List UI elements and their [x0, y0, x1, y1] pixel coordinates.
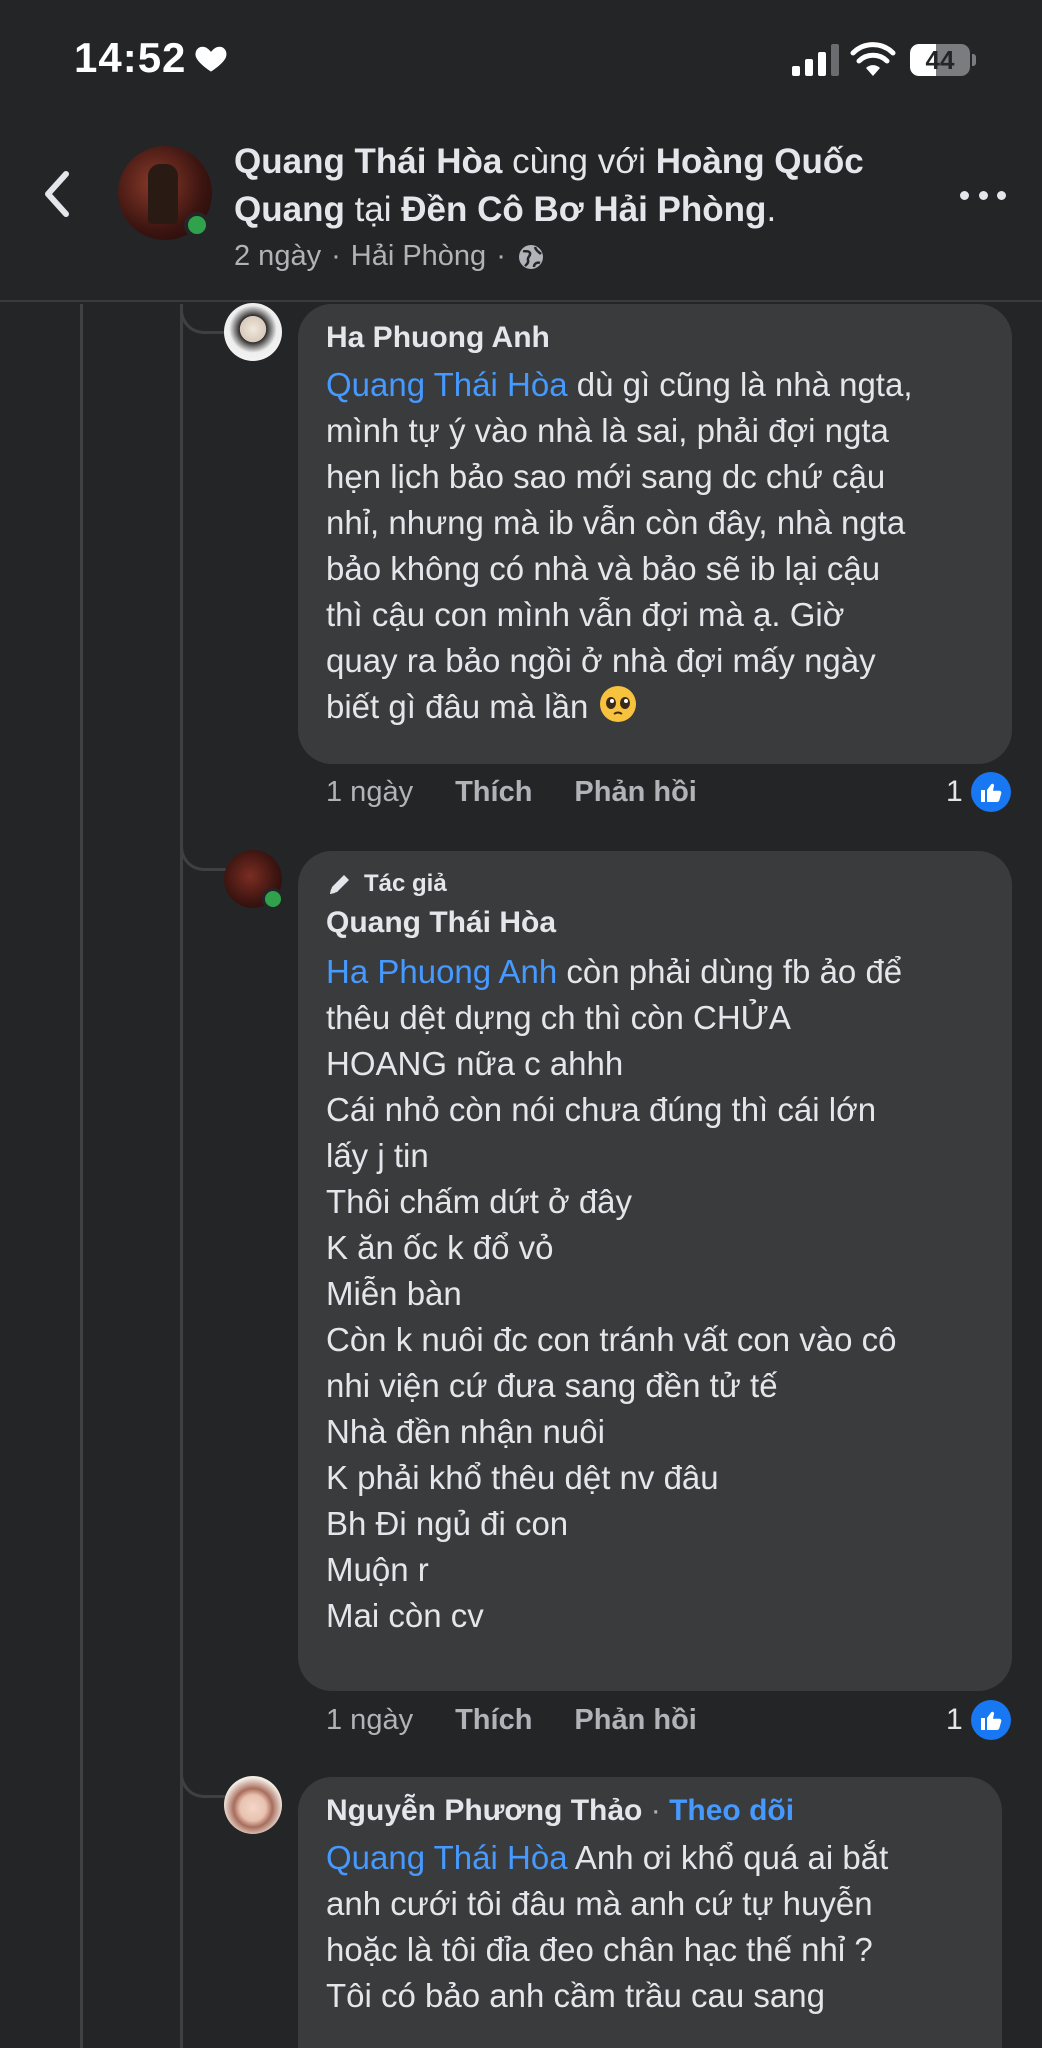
thumbs-up-icon: [970, 1700, 1011, 1740]
post-time[interactable]: 2 ngày: [234, 240, 321, 273]
comment-body: dù gì cũng là nhà ngta, mình tự ý vào nh…: [326, 366, 913, 725]
meta-separator-2: ·: [496, 240, 506, 272]
post-header: Quang Thái Hòa cùng với Hoàng Quốc Quang…: [0, 120, 1042, 302]
globe-icon: [518, 244, 543, 269]
reply-button[interactable]: Phản hồi: [574, 776, 696, 809]
comment-bubble: Nguyễn Phương Thảo · Theo dõi Quang Thái…: [298, 1777, 1002, 2048]
more-dot-icon: [978, 190, 988, 200]
wifi-icon: [850, 42, 896, 76]
author-badge-label: Tác giả: [364, 870, 447, 897]
reply-button[interactable]: Phản hồi: [574, 1704, 696, 1737]
post-title: Quang Thái Hòa cùng với Hoàng Quốc Quang…: [234, 138, 934, 234]
thumbs-up-icon: [970, 772, 1011, 812]
comment-text: Ha Phuong Anh còn phải dùng fb ảo để thê…: [326, 949, 984, 1639]
reaction-summary[interactable]: 1: [946, 1700, 1011, 1740]
more-dot-icon: [997, 190, 1006, 200]
signal-icon: [792, 44, 839, 76]
comment-author[interactable]: Ha Phuong Anh: [326, 320, 984, 356]
battery-icon: 44: [910, 44, 976, 76]
like-button[interactable]: Thích: [455, 776, 532, 809]
like-button[interactable]: Thích: [455, 1704, 532, 1737]
author-name[interactable]: Quang Thái Hòa: [234, 142, 502, 181]
comment-bubble: Tác giả Quang Thái Hòa Ha Phuong Anh còn…: [298, 851, 1012, 1691]
thread-elbow: [180, 825, 226, 871]
mention-link[interactable]: Ha Phuong Anh: [326, 953, 557, 990]
thread-elbow: [180, 304, 226, 334]
commenter-avatar[interactable]: [224, 1776, 282, 1834]
reaction-summary[interactable]: 1: [946, 772, 1011, 812]
comment-actions: 1 ngày Thích Phản hồi: [326, 776, 739, 809]
comment-author[interactable]: Nguyễn Phương Thảo: [326, 1794, 642, 1827]
comment-time[interactable]: 1 ngày: [326, 776, 413, 809]
comment-text: Quang Thái Hòa dù gì cũng là nhà ngta, m…: [326, 362, 984, 730]
reaction-count: 1: [946, 775, 963, 808]
status-bar: 14:52 44: [0, 0, 1042, 120]
reaction-count: 1: [946, 1703, 963, 1736]
comment-author-line: Nguyễn Phương Thảo · Theo dõi: [326, 1793, 974, 1829]
online-status-dot: [262, 888, 284, 910]
comment-time[interactable]: 1 ngày: [326, 1704, 413, 1737]
mention-link[interactable]: Quang Thái Hòa: [326, 366, 568, 403]
comment-author[interactable]: Quang Thái Hòa: [326, 905, 984, 941]
post-meta: 2 ngày · Hải Phòng ·: [234, 240, 546, 273]
mention-link[interactable]: Quang Thái Hòa: [326, 1839, 568, 1876]
post-location[interactable]: Hải Phòng: [351, 240, 486, 273]
back-button[interactable]: [36, 164, 80, 224]
title-period: .: [766, 190, 777, 229]
pleading-face-emoji-icon: [599, 686, 636, 722]
author-separator: ·: [650, 1794, 661, 1827]
clock: 14:52: [74, 34, 187, 81]
comment-actions: 1 ngày Thích Phản hồi: [326, 1704, 739, 1737]
online-status-dot: [184, 212, 210, 238]
more-dot-icon: [960, 190, 969, 200]
heart-icon: [195, 46, 227, 72]
thread-elbow: [180, 1752, 226, 1798]
commenter-avatar[interactable]: [224, 303, 282, 361]
comment-bubble: Ha Phuong Anh Quang Thái Hòa dù gì cũng …: [298, 304, 1012, 764]
comment-body: còn phải dùng fb ảo để thêu dệt dựng ch …: [326, 953, 903, 1634]
follow-button[interactable]: Theo dõi: [669, 1794, 794, 1827]
battery-level: 44: [925, 45, 955, 75]
with-text: cùng với: [512, 142, 646, 181]
author-badge: Tác giả: [326, 867, 984, 901]
meta-separator: ·: [331, 240, 341, 272]
thread-line: [80, 304, 83, 2048]
place-name[interactable]: Đền Cô Bơ Hải Phòng: [401, 190, 766, 229]
more-options-button[interactable]: [960, 180, 1006, 210]
comment-text: Quang Thái Hòa Anh ơi khổ quá ai bắt anh…: [326, 1835, 974, 2019]
pen-icon: [330, 875, 349, 894]
at-text: tại: [354, 190, 392, 229]
